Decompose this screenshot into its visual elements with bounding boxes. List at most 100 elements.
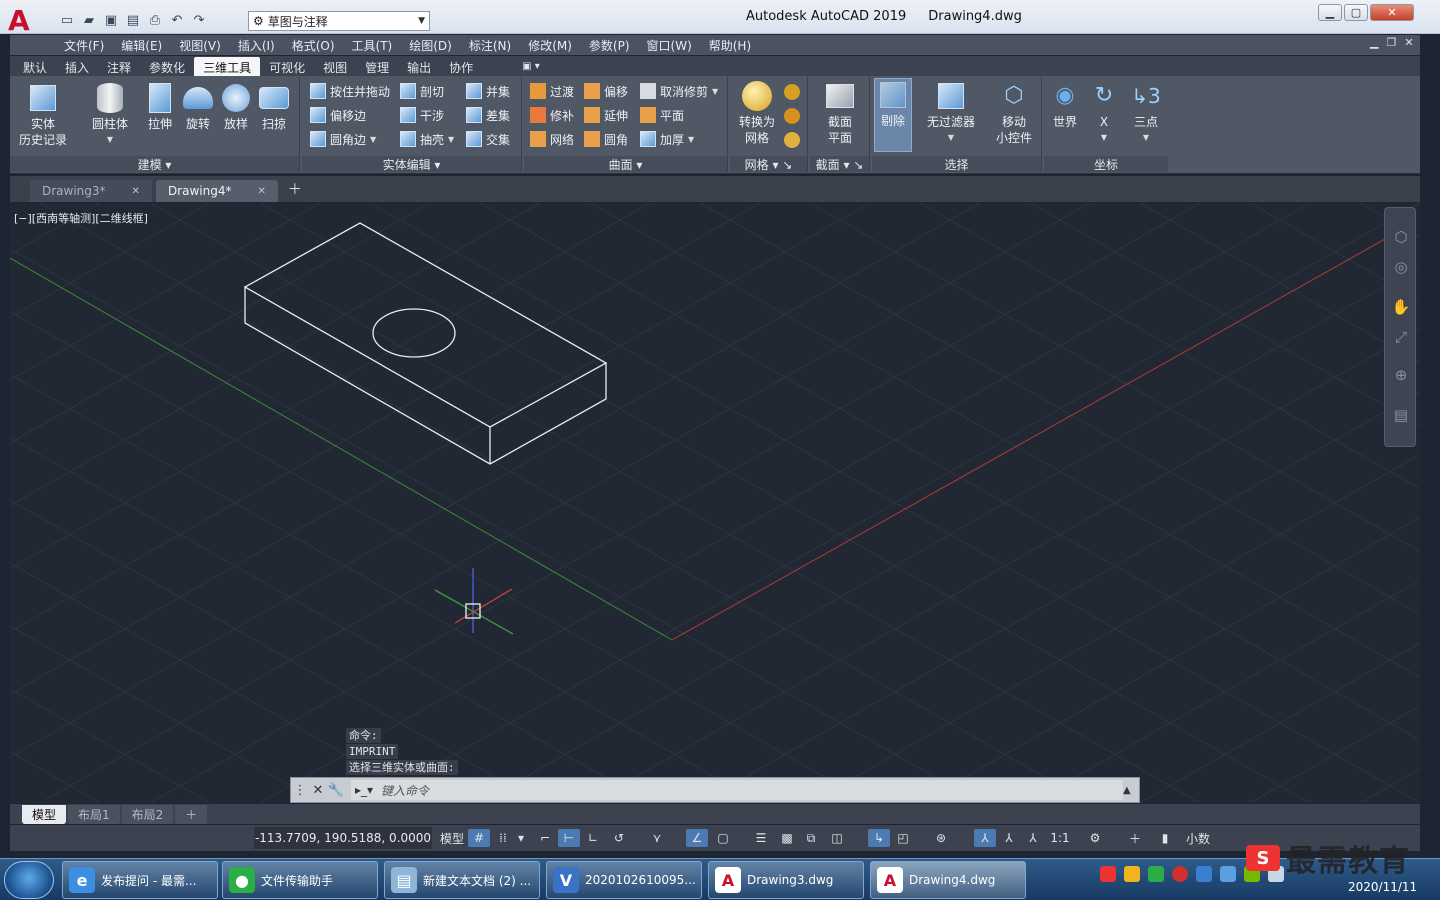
3d-object-snap-icon[interactable]: ◫ (826, 829, 848, 847)
dynamic-ucs-icon[interactable]: ↳ (868, 829, 890, 847)
new-tab-icon[interactable]: ＋ (288, 179, 302, 199)
menu-item[interactable]: 窗口(W) (643, 37, 705, 54)
menu-item[interactable]: 视图(V) (175, 37, 234, 54)
coordinate-readout[interactable]: -113.7709, 190.5188, 0.0000 (254, 827, 432, 849)
annotation-visibility-icon[interactable]: ⅄ (974, 829, 996, 847)
drawing-viewport[interactable]: [−][西南等轴测][二维线框] ⬡ ◎ ✋ ⤢ ⊕ ▤ (10, 203, 1420, 803)
offset-edge-button[interactable]: 偏移边 (310, 106, 366, 124)
gizmo-icon[interactable]: ⊛ (930, 829, 952, 847)
presspull-button[interactable]: 按住并拖动 (310, 82, 390, 100)
grid-toggle-icon[interactable]: # (468, 829, 490, 847)
doc-restore-icon[interactable]: ❐ (1386, 36, 1396, 49)
taskbar-item-wechat[interactable]: ● 文件传输助手 (222, 861, 378, 899)
units-value[interactable]: 小数 (1178, 829, 1218, 847)
subtract-button[interactable]: 差集 (466, 106, 510, 124)
autocad-logo-icon[interactable]: A (8, 6, 48, 36)
panel-title-mesh[interactable]: 网格 ▾ ↘ (730, 156, 807, 172)
mesh-refine-icon[interactable] (784, 108, 800, 124)
shell-button[interactable]: 抽壳 ▼ (400, 130, 454, 148)
polar-tracking-icon[interactable]: ↺ (608, 829, 630, 847)
add-layout-icon[interactable]: ＋ (175, 804, 208, 824)
ribbon-tab[interactable]: 管理 (356, 57, 398, 76)
menu-item[interactable]: 帮助(H) (705, 37, 764, 54)
save-icon[interactable]: ▣ (102, 11, 120, 29)
menu-item[interactable]: 编辑(E) (117, 37, 175, 54)
mesh-crease-icon[interactable] (784, 132, 800, 148)
model-space-button[interactable]: 模型 (438, 829, 466, 847)
taskbar-item-drawing3[interactable]: A Drawing3.dwg (708, 861, 864, 899)
ribbon-tab[interactable]: 注释 (98, 57, 140, 76)
netease-tray-icon[interactable] (1172, 866, 1188, 882)
sweep-button[interactable]: 扫掠 (254, 82, 294, 132)
undo-icon[interactable]: ↶ (168, 11, 186, 29)
ribbon-tab[interactable]: 默认 (14, 57, 56, 76)
ribbon-tab[interactable]: 可视化 (260, 57, 314, 76)
intersect-button[interactable]: 交集 (466, 130, 510, 148)
mesh-smooth-icon[interactable] (784, 84, 800, 100)
surface-offset-button[interactable]: 偏移 (584, 82, 628, 100)
save-as-icon[interactable]: ▤ (124, 11, 142, 29)
thicken-button[interactable]: 加厚 ▼ (640, 130, 694, 148)
network-button[interactable]: 网络 (530, 130, 574, 148)
print-icon[interactable]: ⎙ (146, 11, 164, 29)
ribbon-tab[interactable]: 协作 (440, 57, 482, 76)
untrim-button[interactable]: 取消修剪 ▼ (640, 82, 718, 100)
shield-tray-icon[interactable] (1196, 866, 1212, 882)
doc-close-icon[interactable]: ✕ (1404, 36, 1413, 49)
extrude-button[interactable]: 拉伸 (140, 82, 180, 132)
revolve-button[interactable]: 旋转 (178, 82, 218, 132)
taskbar-item-ie[interactable]: e 发布提问 - 最需... (62, 861, 218, 899)
taskbar-item-notepad[interactable]: ▤ 新建文本文档 (2) ... (384, 861, 540, 899)
no-filter-button[interactable]: 无过滤器 ▼ (920, 80, 982, 146)
doc-minimize-icon[interactable]: ▁ (1370, 36, 1378, 49)
orbit-icon[interactable]: ⊕ (1390, 364, 1412, 386)
lineweight-icon[interactable]: ☰ (750, 829, 772, 847)
layout-tab-model[interactable]: 模型 (22, 804, 67, 824)
zoom-icon[interactable]: ⤢ (1390, 326, 1412, 348)
menu-item[interactable]: 格式(O) (288, 37, 348, 54)
loft-button[interactable]: 放样 (216, 82, 256, 132)
maximize-button[interactable]: ▢ (1344, 4, 1368, 21)
convert-to-mesh-button[interactable]: 转换为 网格 (732, 80, 782, 146)
menu-item[interactable]: 参数(P) (585, 37, 643, 54)
menu-item[interactable]: 插入(I) (234, 37, 288, 54)
transparency-icon[interactable]: ▩ (776, 829, 798, 847)
panel-title-coordinates[interactable]: 坐标 (1044, 156, 1168, 172)
command-input[interactable]: ▸_▾ 键入命令 (351, 780, 1123, 800)
object-snap-tracking-icon[interactable]: ∠ (686, 829, 708, 847)
wechat-tray-icon[interactable] (1148, 866, 1164, 882)
ucs-3point-button[interactable]: ↳3 三点 ▼ (1126, 80, 1166, 146)
section-plane-button[interactable]: 截面 平面 (814, 80, 866, 146)
selection-filter-icon[interactable]: ◰ (892, 829, 914, 847)
sogou-tray-icon[interactable] (1100, 866, 1116, 882)
annotation-scale-icon[interactable]: ⅄ (1022, 829, 1044, 847)
panel-title-surface[interactable]: 曲面 ▾ (524, 156, 727, 172)
ribbon-tab[interactable]: 输出 (398, 57, 440, 76)
network-drive-tray-icon[interactable] (1124, 866, 1140, 882)
start-button[interactable] (4, 861, 54, 899)
grip-icon[interactable]: ⋮ (291, 783, 309, 798)
isodraft-icon[interactable]: ⋎ (646, 829, 668, 847)
cylinder-button[interactable]: 圆柱体 ▼ (88, 82, 132, 148)
interfere-button[interactable]: 干涉 (400, 106, 444, 124)
blend-button[interactable]: 过渡 (530, 82, 574, 100)
culling-button[interactable]: 剔除 (874, 78, 912, 152)
close-button[interactable]: ✕ (1370, 4, 1414, 21)
viewcube-icon[interactable]: ⬡ (1390, 226, 1412, 248)
cloud-tray-icon[interactable] (1220, 866, 1236, 882)
minimize-button[interactable]: ▁ (1318, 4, 1342, 21)
snap-icon[interactable]: ⁞⁞ (492, 829, 514, 847)
union-button[interactable]: 并集 (466, 82, 510, 100)
ucs-x-button[interactable]: ↻ X ▼ (1086, 80, 1122, 146)
ribbon-tab[interactable]: 参数化 (140, 57, 194, 76)
doc-tab-drawing4[interactable]: Drawing4* ✕ (155, 180, 278, 202)
taskbar-date[interactable]: 2020/11/11 (1348, 880, 1417, 894)
dynamic-input-icon[interactable]: ⊢ (558, 829, 580, 847)
close-icon[interactable]: ✕ (132, 186, 140, 197)
ortho-icon[interactable]: ∟ (582, 829, 604, 847)
annotation-scale-value[interactable]: 1:1 (1046, 829, 1074, 847)
infer-constraints-icon[interactable]: ⌐ (534, 829, 556, 847)
patch-button[interactable]: 修补 (530, 106, 574, 124)
pan-hand-icon[interactable]: ✋ (1390, 296, 1412, 318)
chevron-up-icon[interactable]: ▲ (1123, 785, 1139, 796)
